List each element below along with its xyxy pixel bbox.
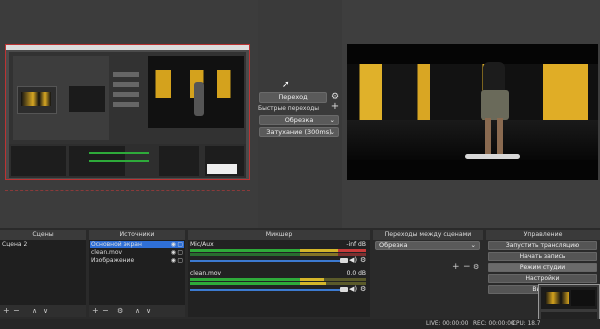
quick-transitions-label: Быстрые переходы bbox=[258, 105, 320, 112]
lock-icon[interactable]: ▢ bbox=[177, 249, 183, 256]
level-meter-green bbox=[190, 278, 300, 281]
source-item[interactable]: clean.mov ◉ ▢ bbox=[91, 249, 183, 256]
chevron-down-icon: ⌄ bbox=[329, 116, 335, 124]
rec-status: REC: 00:00:00 bbox=[473, 321, 515, 327]
scenes-header: Сцены bbox=[0, 230, 86, 240]
preview-safe-line bbox=[5, 190, 250, 191]
level-meter-green bbox=[190, 282, 300, 285]
level-meter-red bbox=[338, 249, 366, 252]
remove-transition-icon[interactable]: − bbox=[463, 262, 471, 272]
transition-type-label: Обрезка bbox=[284, 116, 314, 124]
plus-icon[interactable]: + bbox=[330, 101, 340, 113]
speaker-icon[interactable]: ◀) bbox=[349, 256, 357, 264]
add-transition-icon[interactable]: + bbox=[452, 262, 460, 272]
bottom-dock: Сцены Сцена 2 + − ∧ ∨ Источники Основной… bbox=[0, 228, 600, 329]
level-meter-green bbox=[190, 253, 300, 256]
source-item-label: Основной экран bbox=[91, 241, 142, 248]
eye-icon[interactable]: ◉ bbox=[171, 249, 176, 256]
nested-transition-controls bbox=[113, 72, 143, 122]
mixer-channel-name: Mic/Aux bbox=[190, 241, 214, 248]
volume-slider-handle[interactable] bbox=[340, 287, 348, 292]
source-item-label: clean.mov bbox=[91, 249, 123, 256]
level-meter-yellow bbox=[300, 278, 324, 281]
studio-mode-button[interactable]: Режим студии bbox=[488, 263, 597, 272]
preview-source-capture bbox=[5, 44, 250, 180]
gear-icon[interactable]: ⚙ bbox=[360, 256, 366, 264]
chevron-down-icon: ⌄ bbox=[329, 128, 335, 136]
remove-source-icon[interactable]: − bbox=[102, 306, 109, 316]
nested-docks bbox=[9, 144, 246, 178]
transition-select-label: Обрезка bbox=[379, 241, 408, 249]
start-recording-button[interactable]: Начать запись bbox=[488, 252, 597, 261]
chevron-down-icon: ⌄ bbox=[470, 241, 476, 249]
fade-transition-select[interactable]: Затухание (300ms) ⌄ bbox=[259, 127, 339, 137]
cpu-status: CPU: 18.7 bbox=[512, 321, 541, 327]
gear-icon[interactable]: ⚙ bbox=[360, 285, 366, 293]
source-item[interactable]: Изображение ◉ ▢ bbox=[91, 257, 183, 264]
source-item-label: Изображение bbox=[91, 257, 135, 264]
eye-icon[interactable]: ◉ bbox=[171, 257, 176, 264]
controls-header: Управление bbox=[486, 230, 600, 240]
scenes-list[interactable]: Сцена 2 bbox=[0, 240, 86, 305]
scene-item[interactable]: Сцена 2 bbox=[2, 241, 27, 248]
lock-icon[interactable]: ▢ bbox=[177, 241, 183, 248]
mixer-header: Микшер bbox=[188, 230, 370, 240]
nested-preview bbox=[13, 56, 109, 140]
level-meter-yellow bbox=[300, 249, 338, 252]
move-down-icon[interactable]: ∨ bbox=[43, 306, 48, 316]
preview-panel[interactable] bbox=[0, 0, 258, 228]
remove-scene-icon[interactable]: − bbox=[13, 306, 20, 316]
move-up-icon[interactable]: ∧ bbox=[135, 306, 140, 316]
lock-icon[interactable]: ▢ bbox=[177, 257, 183, 264]
gear-icon[interactable]: ⚙ bbox=[117, 306, 123, 316]
transition-type-select[interactable]: Обрезка ⌄ bbox=[259, 115, 339, 125]
settings-button[interactable]: Настройки bbox=[488, 274, 597, 283]
move-down-icon[interactable]: ∨ bbox=[146, 306, 151, 316]
nested-obs-window bbox=[9, 52, 246, 178]
transitions-header: Переходы между сценами bbox=[373, 230, 483, 240]
sources-list[interactable]: Основной экран ◉ ▢ clean.mov ◉ ▢ Изображ… bbox=[89, 240, 185, 305]
fade-transition-label: Затухание (300ms) bbox=[266, 128, 332, 136]
mixer-channel-level: -inf dB bbox=[346, 241, 366, 248]
transition-button[interactable]: Переход bbox=[259, 92, 327, 103]
sources-header: Источники bbox=[89, 230, 185, 240]
add-source-icon[interactable]: + bbox=[92, 306, 99, 316]
level-meter-yellow bbox=[300, 282, 326, 285]
nested-program-preview bbox=[148, 56, 244, 128]
mixer-channel-name: clean.mov bbox=[190, 270, 222, 277]
eye-icon[interactable]: ◉ bbox=[171, 241, 176, 248]
add-scene-icon[interactable]: + bbox=[3, 306, 10, 316]
volume-slider[interactable] bbox=[190, 260, 342, 262]
sources-toolbar: + − ⚙ ∧ ∨ bbox=[89, 305, 185, 317]
scenes-toolbar: + − ∧ ∨ bbox=[0, 305, 86, 317]
source-item-selected[interactable]: Основной экран ◉ ▢ bbox=[90, 241, 184, 248]
speaker-icon[interactable]: ◀) bbox=[349, 285, 357, 293]
level-meter-yellow bbox=[300, 253, 338, 256]
nested-titlebar bbox=[6, 45, 249, 50]
level-meter-peak bbox=[324, 278, 366, 281]
transitions-panel: Обрезка ⌄ + − ⚙ bbox=[373, 240, 483, 317]
program-video bbox=[347, 44, 598, 180]
transition-select[interactable]: Обрезка ⌄ bbox=[375, 241, 480, 250]
move-up-icon[interactable]: ∧ bbox=[32, 306, 37, 316]
volume-slider[interactable] bbox=[190, 289, 342, 291]
level-meter-green bbox=[190, 249, 300, 252]
gear-icon[interactable]: ⚙ bbox=[473, 263, 479, 271]
live-status: LIVE: 00:00:00 bbox=[426, 321, 469, 327]
volume-slider-handle[interactable] bbox=[340, 258, 348, 263]
studio-preview-area: Переход ⚙ Быстрые переходы + Обрезка ⌄ З… bbox=[0, 0, 600, 228]
mixer-panel: Mic/Aux -inf dB ◀) ⚙ clean.mov 0.0 dB ◀)… bbox=[188, 240, 370, 317]
start-streaming-button[interactable]: Запустить трансляцию bbox=[488, 241, 597, 250]
status-bar: LIVE: 00:00:00 REC: 00:00:00 CPU: 18.7 bbox=[0, 319, 600, 329]
mouse-cursor-icon: ➚ bbox=[282, 80, 290, 90]
mixer-channel-level: 0.0 dB bbox=[346, 270, 366, 277]
